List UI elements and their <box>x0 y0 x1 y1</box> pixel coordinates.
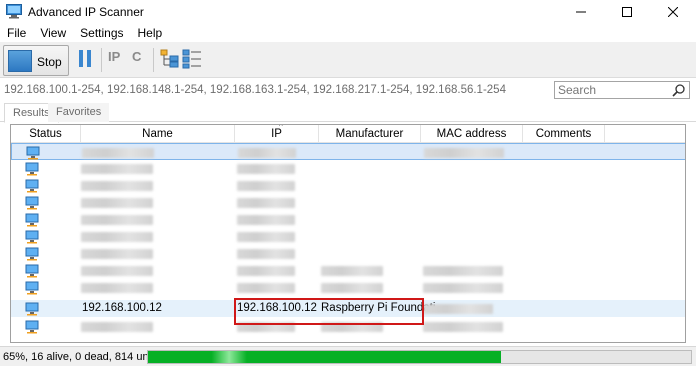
cell-redacted <box>237 232 295 242</box>
window-title: Advanced IP Scanner <box>28 5 144 19</box>
stop-label: Stop <box>37 55 62 69</box>
table-row[interactable] <box>11 228 685 245</box>
app-icon <box>6 4 22 19</box>
cell-redacted <box>81 164 153 174</box>
search-icon[interactable] <box>672 84 686 97</box>
cell-redacted <box>81 266 153 276</box>
column-status[interactable]: Status <box>11 125 81 143</box>
ip-scan-button[interactable]: IP <box>108 49 126 69</box>
column-ip[interactable]: IP <box>235 125 319 143</box>
cell-redacted <box>237 198 295 208</box>
maximize-button[interactable] <box>604 0 650 24</box>
cell-redacted <box>423 283 503 293</box>
cell-redacted <box>81 215 153 225</box>
scan-progress-bar <box>147 350 692 364</box>
table-row[interactable] <box>11 143 685 160</box>
menu-help[interactable]: Help <box>131 24 170 42</box>
cell-redacted <box>82 148 154 158</box>
cell-redacted <box>237 283 295 293</box>
cell-redacted <box>237 164 295 174</box>
table-row[interactable] <box>11 279 685 296</box>
cell-redacted <box>238 148 296 158</box>
expand-tree-icon[interactable] <box>160 49 180 69</box>
toolbar-separator <box>153 48 154 72</box>
search-input[interactable] <box>555 82 667 98</box>
cell-redacted <box>81 181 153 191</box>
table-header: Status Name IP ^ Manufacturer MAC addres… <box>11 124 685 143</box>
computer-icon <box>25 281 39 295</box>
ip-scan-icon: IP <box>108 49 121 64</box>
table-row[interactable] <box>11 245 685 262</box>
menu-view[interactable]: View <box>33 24 73 42</box>
pause-icon[interactable] <box>77 49 93 69</box>
cell-redacted <box>423 322 503 332</box>
results-table: Status Name IP ^ Manufacturer MAC addres… <box>10 124 686 343</box>
ip-range-field[interactable]: 192.168.100.1-254, 192.168.148.1-254, 19… <box>4 84 506 96</box>
result-tabs: Results Favorites <box>0 102 696 123</box>
cell-redacted <box>81 283 153 293</box>
menu-bar: File View Settings Help <box>0 24 696 42</box>
table-row[interactable] <box>11 262 685 279</box>
computer-icon <box>25 320 39 334</box>
cell-redacted <box>81 198 153 208</box>
column-name[interactable]: Name <box>81 125 235 143</box>
table-row[interactable] <box>11 211 685 228</box>
cell-redacted <box>321 283 383 293</box>
column-comments[interactable]: Comments <box>523 125 605 143</box>
minimize-icon <box>576 11 586 13</box>
search-box[interactable] <box>554 81 690 99</box>
title-bar: Advanced IP Scanner <box>0 0 696 24</box>
table-row[interactable] <box>11 177 685 194</box>
menu-file[interactable]: File <box>0 24 33 42</box>
menu-settings[interactable]: Settings <box>73 24 130 42</box>
cell-redacted <box>321 266 383 276</box>
cell-redacted <box>424 148 504 158</box>
computer-icon <box>25 247 39 261</box>
computer-icon <box>25 213 39 227</box>
cell-redacted <box>81 322 153 332</box>
cell-name: 192.168.100.12 <box>82 302 162 314</box>
minimize-button[interactable] <box>558 0 604 24</box>
cell-redacted <box>237 266 295 276</box>
column-manufacturer[interactable]: Manufacturer <box>319 125 421 143</box>
scan-progress-fill <box>148 351 501 363</box>
cell-redacted <box>81 232 153 242</box>
collapse-tree-icon[interactable] <box>182 49 202 69</box>
computer-icon <box>25 264 39 278</box>
table-row[interactable] <box>11 160 685 177</box>
column-mac[interactable]: MAC address <box>421 125 523 143</box>
computer-icon <box>26 146 40 160</box>
stop-button[interactable]: Stop <box>3 45 69 76</box>
close-button[interactable] <box>650 0 696 24</box>
cell-mac-redacted <box>423 304 493 314</box>
maximize-icon <box>622 7 632 17</box>
cell-redacted <box>237 215 295 225</box>
computer-icon <box>25 179 39 193</box>
stop-icon <box>8 50 32 72</box>
sort-caret-icon: ^ <box>279 124 283 131</box>
toolbar-separator <box>101 48 102 72</box>
computer-icon <box>25 196 39 210</box>
cell-redacted <box>237 181 295 191</box>
tab-favorites[interactable]: Favorites <box>48 103 110 122</box>
c-scan-button[interactable]: C <box>132 49 148 69</box>
table-row[interactable] <box>11 194 685 211</box>
computer-icon <box>25 162 39 176</box>
computer-icon <box>25 302 39 316</box>
cell-redacted <box>81 249 153 259</box>
computer-icon <box>25 230 39 244</box>
toolbar: Stop IP C <box>0 42 696 78</box>
ip-range-bar: 192.168.100.1-254, 192.168.148.1-254, 19… <box>0 79 696 101</box>
cell-redacted <box>237 249 295 259</box>
status-bar: 65%, 16 alive, 0 dead, 814 unknown <box>0 346 696 366</box>
cell-redacted <box>423 266 503 276</box>
c-scan-icon: C <box>132 49 142 64</box>
close-icon <box>668 7 678 17</box>
highlight-annotation <box>234 298 424 325</box>
